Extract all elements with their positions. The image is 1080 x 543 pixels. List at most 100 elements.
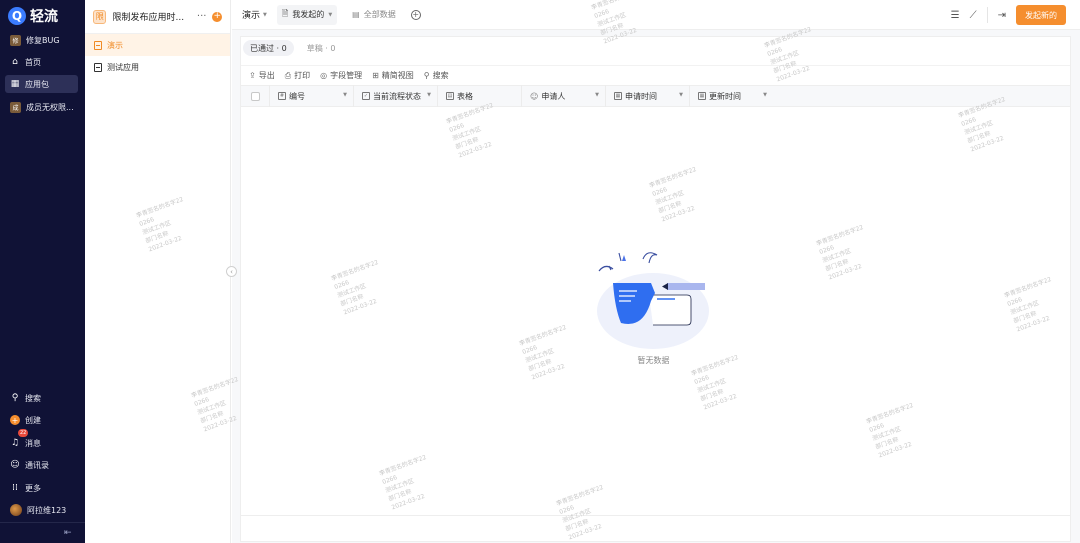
user-name: 阿拉维123 [27,505,67,515]
add-view-icon[interactable]: + [410,9,421,20]
nav-item-label: 创建 [25,415,41,425]
column-label: 申请时间 [625,91,657,101]
tab-all-data[interactable]: ▤ 全部数据 [347,5,401,25]
column-header-number[interactable]: # 编号 ▼ [269,85,353,107]
user-icon: ☺ [530,91,539,101]
app-tile-icon: 限 [93,9,107,24]
list-icon[interactable]: ☰ [951,10,960,21]
calendar-icon: ▦ [614,92,622,100]
nav-item-app-package[interactable]: ▦ 应用包 [5,75,78,93]
form-icon [94,40,102,50]
topbar-actions: ☰ ⟋ ⇥ 发起新的 [951,5,1066,25]
nav-item-create[interactable]: + 创建 [5,411,78,429]
nav-item-fix-bug[interactable]: 修 修复BUG [5,31,78,49]
tab-approved[interactable]: 已通过 · 0 [243,40,294,56]
app-header: 限 限制发布应用时... ··· + [85,0,230,34]
print-button[interactable]: ⎙ 打印 [285,70,310,81]
column-header-applicant[interactable]: ☺ 申请人 ▼ [521,85,605,107]
nav-item-contacts[interactable]: ☺ 通讯录 [5,456,78,474]
new-request-button[interactable]: 发起新的 [1016,5,1066,25]
tab-my-initiated[interactable]: 🗎 我发起的 ▼ [276,4,338,25]
nav-item-label: 成员无权限... [26,102,74,112]
table-field-icon: ▤ [446,92,454,100]
number-field-icon: # [278,92,286,100]
plus-circle-icon: + [10,415,20,425]
nav-item-label: 通讯录 [25,460,49,470]
select-all-checkbox[interactable] [241,91,269,101]
chevron-down-icon[interactable]: ▼ [427,92,431,98]
table-header: # 编号 ▼ ✓ 当前流程状态 ▼ ▤ 表格 ☺ 申请人 ▼ ▦ 申请时间 ▼ ▦ 更新时间 ▼ [241,85,1070,107]
column-label: 编号 [289,91,305,101]
chevron-down-icon[interactable]: ▼ [595,92,599,98]
status-field-icon: ✓ [362,92,370,100]
empty-state: 暂无数据 [591,249,716,366]
add-plus-icon[interactable]: + [212,11,222,22]
more-dots-icon[interactable]: ··· [197,11,207,22]
search-icon: ⚲ [11,393,19,403]
chevron-down-icon[interactable]: ▼ [679,92,683,98]
column-label: 表格 [457,91,473,101]
column-label: 当前流程状态 [373,91,421,101]
view-selector[interactable]: 演示 ▼ [242,8,267,21]
app-tile-icon: 成 [10,101,21,113]
more-grid-icon: ⁞⁞ [12,483,18,493]
top-bar: 演示 ▼ 🗎 我发起的 ▼ ▤ 全部数据 + ☰ ⟋ ⇥ 发起新的 [232,0,1080,30]
field-manage-button[interactable]: ◎ 字段管理 [320,70,362,81]
nav-item-more[interactable]: ⁞⁞ 更多 [5,479,78,497]
empty-illustration [597,252,709,349]
divider [986,7,988,23]
nav-item-member[interactable]: 成 成员无权限... [5,98,78,116]
chevron-down-icon: ▼ [328,11,333,18]
column-header-update-time[interactable]: ▦ 更新时间 ▼ [689,85,773,107]
chevron-down-icon: ▼ [263,11,267,18]
nav-item-search[interactable]: ⚲ 搜索 [5,389,78,407]
menu-item-test-app[interactable]: 测试应用 [85,56,230,78]
tool-label: 导出 [258,71,275,80]
export-button[interactable]: ⇪ 导出 [249,70,275,81]
compact-view-icon: ⊞ [372,71,379,80]
export-icon: ⇪ [249,71,256,80]
message-count-badge: 22 [18,429,29,437]
grid-icon: ▦ [10,79,20,89]
chevron-down-icon[interactable]: ▼ [763,92,767,98]
brand-logo[interactable]: Q 轻流 [8,6,58,26]
column-label: 申请人 [541,91,566,101]
nav-item-home[interactable]: ⌂ 首页 [5,53,78,71]
app-tile-icon: 修 [10,34,21,46]
nav-item-label: 搜索 [25,393,41,403]
status-tabs: 已通过 · 0 草稿 · 0 [241,37,1070,59]
column-header-table[interactable]: ▤ 表格 [437,85,521,107]
tab-label: 全部数据 [363,10,396,19]
column-header-status[interactable]: ✓ 当前流程状态 ▼ [353,85,437,107]
view-title: 演示 [242,11,261,21]
column-header-apply-time[interactable]: ▦ 申请时间 ▼ [605,85,689,107]
brand-name: 轻流 [30,9,58,25]
menu-item-label: 测试应用 [107,62,139,72]
table-footer [241,515,1070,541]
settings-icon: ◎ [320,71,328,80]
app-name[interactable]: 限制发布应用时... [112,10,190,23]
app-panel: 限 限制发布应用时... ··· + 演示 测试应用 [85,0,231,543]
checkbox[interactable] [250,91,260,101]
calendar-icon: ▦ [698,92,706,100]
collapse-nav-icon[interactable]: ⇤ [64,528,72,538]
panel-toggle-icon[interactable]: ‹ [226,266,237,277]
empty-message: 暂无数据 [637,356,670,365]
tab-drafts[interactable]: 草稿 · 0 [300,40,343,56]
tool-label: 搜索 [432,71,449,80]
home-icon: ⌂ [12,57,18,67]
search-button[interactable]: ⚲ 搜索 [424,70,449,81]
left-nav: Q 轻流 修 修复BUG ⌂ 首页 ▦ 应用包 成 成员无权限... ⚲ 搜索 … [0,0,85,543]
nav-item-profile[interactable]: 阿拉维123 [5,501,78,519]
chevron-down-icon[interactable]: ▼ [343,92,347,98]
column-label: 更新时间 [709,91,741,101]
menu-item-demo[interactable]: 演示 [85,34,230,56]
data-card: 已通过 · 0 草稿 · 0 ⇪ 导出 ⎙ 打印 ◎ 字段管理 ⊞ 精简视图 ⚲ 搜索 #… [240,36,1071,542]
exit-icon[interactable]: ⇥ [998,10,1006,21]
nav-item-label: 更多 [25,483,41,493]
tool-label: 打印 [294,71,311,80]
nav-item-messages[interactable]: ♫ 22 消息 [5,429,78,452]
trend-chart-icon[interactable]: ⟋ [970,10,977,21]
compact-view-button[interactable]: ⊞ 精简视图 [372,70,414,81]
form-icon [94,62,102,72]
